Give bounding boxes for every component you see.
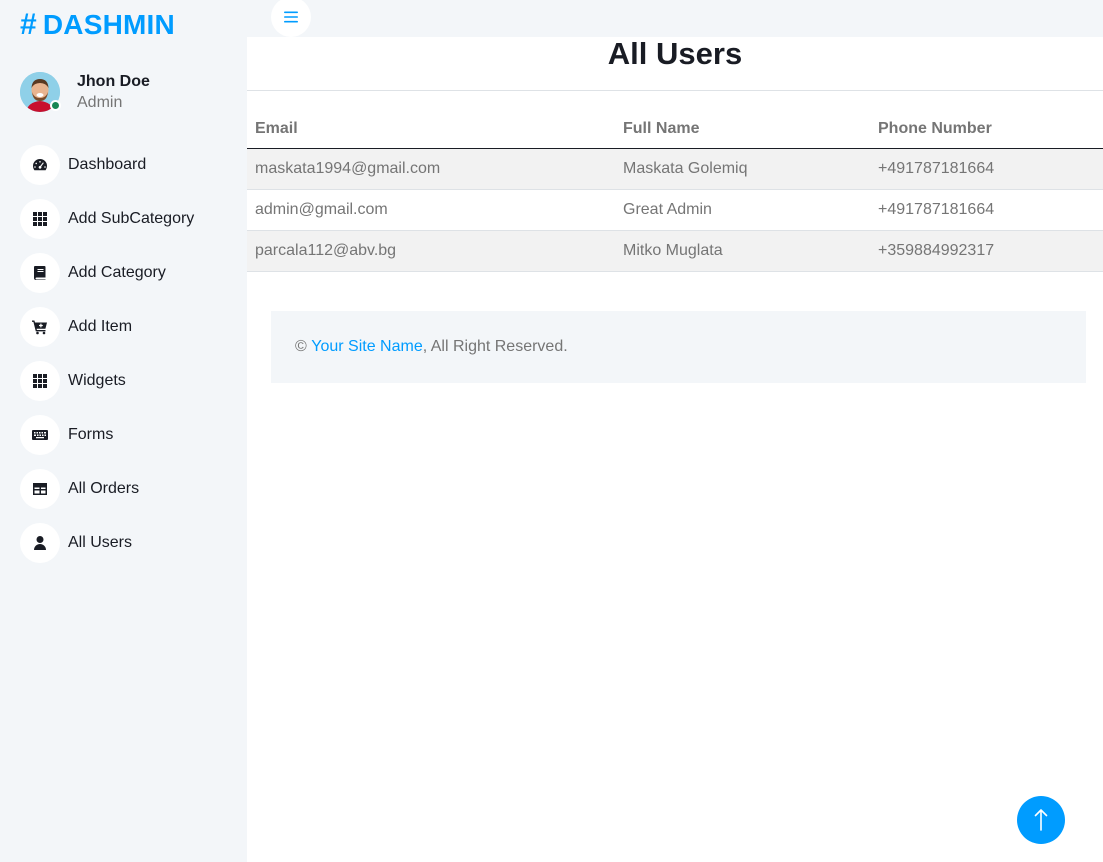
sidebar-item-widgets[interactable]: Widgets [20,361,194,401]
page-title: All Users [247,37,1103,91]
sidebar-item-label: Forms [68,426,114,443]
menu-bars-icon [284,11,298,23]
sidebar-item-label: All Users [68,534,133,551]
brand-symbol: # [20,8,37,41]
sidebar-nav: Dashboard Add SubCategory Add Category A… [20,145,194,577]
table-row: admin@gmail.com Great Admin +49178718166… [247,189,1103,231]
cell-phone-number: +491787181664 [870,148,1103,190]
sidebar-item-label: All Orders [68,480,140,497]
book-icon [20,253,60,293]
grid-icon [20,361,60,401]
column-header-full-name: Full Name [615,110,870,149]
sidebar-toggle-button[interactable] [271,0,311,37]
cell-phone-number: +359884992317 [870,230,1103,272]
sidebar-item-label: Add Item [68,318,133,335]
user-profile: Jhon Doe Admin [20,72,150,112]
cell-full-name: Mitko Muglata [615,230,870,272]
site-name-link[interactable]: Your Site Name [311,338,422,356]
cell-email: maskata1994@gmail.com [247,148,615,190]
cell-full-name: Maskata Golemiq [615,148,870,190]
brand-name: DASHMIN [42,9,175,40]
cell-phone-number: +491787181664 [870,189,1103,231]
tachometer-icon [20,145,60,185]
grid-icon [20,199,60,239]
table-row: maskata1994@gmail.com Maskata Golemiq +4… [247,148,1103,190]
sidebar-item-all-users[interactable]: All Users [20,523,194,563]
cell-full-name: Great Admin [615,189,870,231]
footer-rights-text: , All Right Reserved. [422,338,568,355]
copyright-symbol: © [295,338,307,355]
back-to-top-button[interactable] [1017,796,1065,844]
keyboard-icon [20,415,60,455]
table-header-row: Email Full Name Phone Number [247,110,1103,149]
sidebar-item-label: Add SubCategory [68,210,195,227]
sidebar: # DASHMIN Jhon Doe Admin Dashboard Add S… [0,0,247,862]
sidebar-item-dashboard[interactable]: Dashboard [20,145,194,185]
main-content: All Users Email Full Name Phone Number m… [247,37,1103,272]
users-table: Email Full Name Phone Number maskata1994… [247,110,1103,272]
profile-role: Admin [77,93,123,111]
profile-name: Jhon Doe [77,72,150,90]
brand-logo[interactable]: # DASHMIN [20,8,175,42]
cart-plus-icon [20,307,60,347]
table-icon [20,469,60,509]
footer: © Your Site Name, All Right Reserved. [271,311,1086,383]
sidebar-item-add-item[interactable]: Add Item [20,307,194,347]
topbar [247,0,1103,37]
cell-email: admin@gmail.com [247,189,615,231]
user-icon [20,523,60,563]
cell-email: parcala112@abv.bg [247,230,615,272]
sidebar-item-add-subcategory[interactable]: Add SubCategory [20,199,194,239]
table-row: parcala112@abv.bg Mitko Muglata +3598849… [247,230,1103,272]
sidebar-item-all-orders[interactable]: All Orders [20,469,194,509]
arrow-up-icon [1034,809,1048,831]
column-header-email: Email [247,110,615,149]
sidebar-item-forms[interactable]: Forms [20,415,194,455]
sidebar-item-label: Add Category [68,264,166,281]
avatar [20,72,61,112]
sidebar-item-add-category[interactable]: Add Category [20,253,194,293]
online-status-dot [50,100,61,111]
column-header-phone-number: Phone Number [870,110,1103,149]
sidebar-item-label: Dashboard [68,156,147,173]
sidebar-item-label: Widgets [68,372,126,389]
